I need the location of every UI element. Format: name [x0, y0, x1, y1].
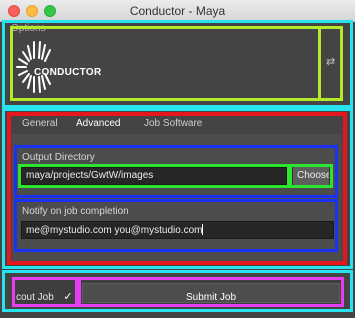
tab-advanced[interactable]: Advanced — [76, 118, 120, 129]
notify-label: Notify on job completion — [22, 206, 129, 217]
conductor-logo: CONDUCTOR — [14, 36, 304, 98]
notify-email-value: me@mystudio.com you@mystudio.com — [26, 225, 203, 236]
scout-job-label: cout Job — [16, 292, 54, 303]
notify-email-input[interactable]: me@mystudio.com you@mystudio.com — [21, 221, 334, 239]
choose-directory-button[interactable]: Choose — [292, 166, 330, 186]
scout-job-checkbox[interactable]: ✓ — [62, 291, 74, 303]
tab-general[interactable]: General — [22, 118, 58, 129]
submit-job-button[interactable]: Submit Job — [82, 283, 340, 303]
output-directory-input[interactable]: maya/projects/GwtW/images — [21, 167, 287, 185]
output-directory-label: Output Directory — [22, 152, 95, 163]
conductor-logo-text: CONDUCTOR — [34, 67, 102, 78]
window-title: Conductor - Maya — [129, 4, 226, 18]
refresh-icon[interactable]: ⇄ — [326, 55, 335, 68]
tab-job-software[interactable]: Job Software — [144, 118, 202, 129]
options-section-label: Options — [11, 23, 46, 34]
conductor-window: Conductor - Maya Options CONDUCTOR ⇄ Gen… — [0, 0, 355, 318]
text-caret — [202, 224, 204, 235]
title-bar: Conductor - Maya — [0, 0, 355, 22]
